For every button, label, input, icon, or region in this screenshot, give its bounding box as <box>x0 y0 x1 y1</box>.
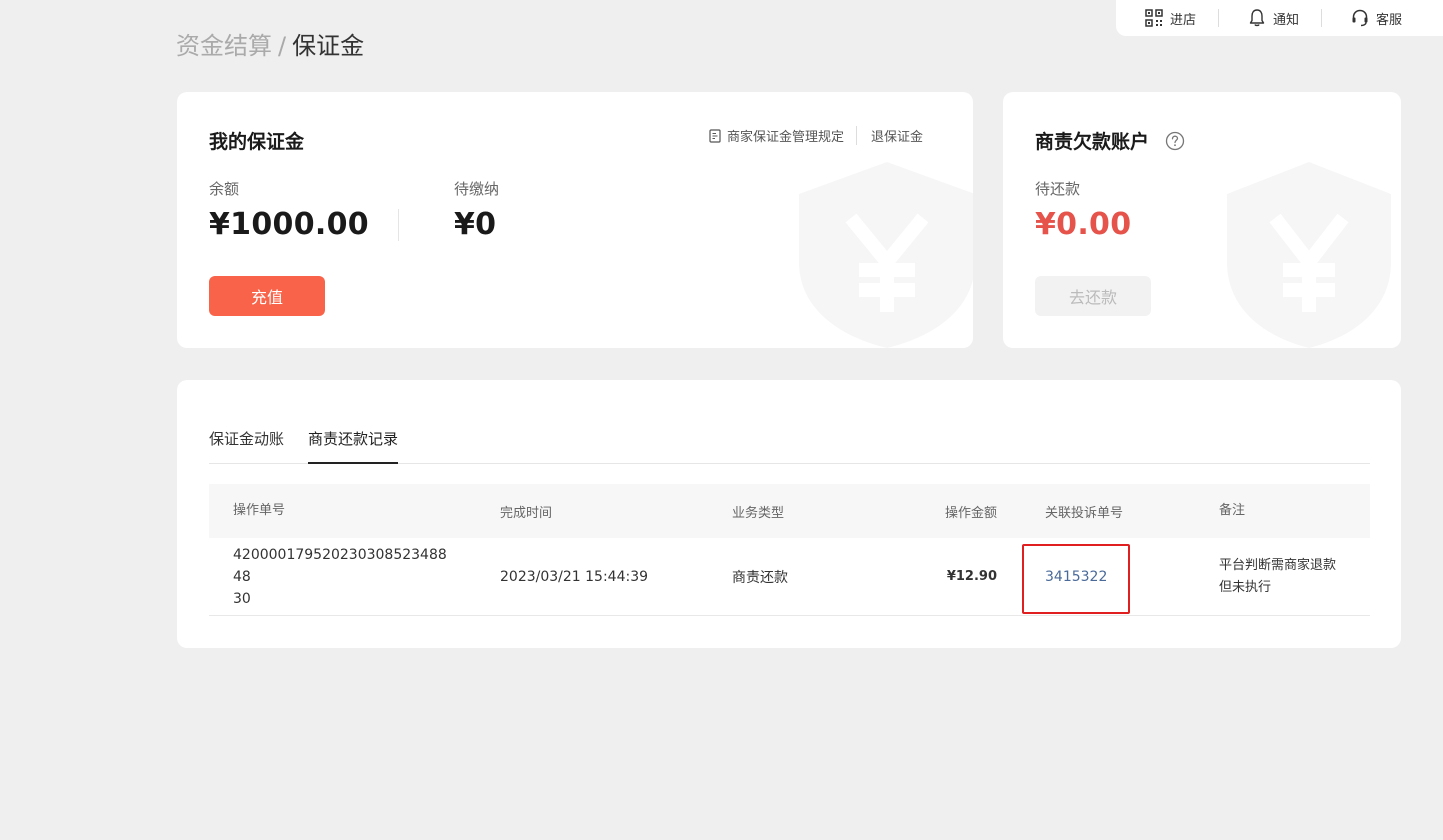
breadcrumb-separator: / <box>278 32 287 60</box>
remark-cell: 平台判断需商家退款 但未执行 <box>1219 555 1354 599</box>
customer-service-button[interactable]: 客服 <box>1321 9 1424 28</box>
order-number-cell: 420000179520230308523488​48 30 <box>233 544 463 610</box>
pending-label: 待缴纳 <box>454 180 500 198</box>
balance-label: 余额 <box>209 180 240 198</box>
order-number-line2: 30 <box>233 590 251 607</box>
top-toolbar: 进店 通知 客服 <box>1116 0 1443 36</box>
divider <box>398 209 399 241</box>
records-tabs: 保证金动账 商责还款记录 <box>209 426 1370 464</box>
repayment-table: 操作单号 完成时间 业务类型 操作金额 关联投诉单号 备注 4200001795… <box>209 484 1370 616</box>
document-icon <box>709 128 721 143</box>
customer-service-label: 客服 <box>1376 12 1403 28</box>
notification-button[interactable]: 通知 <box>1218 9 1321 28</box>
recharge-button[interactable]: 充值 <box>209 276 325 316</box>
order-number-line1: 420000179520230308523488​48 <box>233 546 447 585</box>
column-header: 完成时间 <box>500 505 553 521</box>
column-header: 操作单号 <box>233 503 286 518</box>
help-icon[interactable] <box>1165 131 1185 151</box>
debt-title: 商责欠款账户 <box>1035 131 1150 153</box>
deposit-rules-label: 商家保证金管理规定 <box>727 130 845 145</box>
due-label: 待还款 <box>1035 180 1081 198</box>
headset-icon <box>1352 9 1368 27</box>
column-header: 业务类型 <box>732 505 785 521</box>
shield-yen-watermark-icon <box>1227 162 1391 348</box>
enter-store-label: 进店 <box>1170 12 1197 28</box>
deposit-title: 我的保证金 <box>209 131 305 153</box>
notification-label: 通知 <box>1273 12 1300 28</box>
qrcode-icon <box>1145 9 1163 27</box>
breadcrumb-parent[interactable]: 资金结算 <box>176 32 272 60</box>
completion-time-cell: 2023/03/21 15:44:39 <box>500 568 649 585</box>
remark-line2: 但未执行 <box>1219 579 1272 595</box>
deposit-links: 商家保证金管理规定 退保证金 <box>709 126 923 145</box>
repay-button[interactable]: 去还款 <box>1035 276 1151 316</box>
refund-deposit-link[interactable]: 退保证金 <box>857 126 923 145</box>
balance-value: ¥1000.00 <box>209 207 369 242</box>
bell-icon <box>1249 9 1265 27</box>
business-type-cell: 商责还款 <box>732 569 788 586</box>
deposit-rules-link[interactable]: 商家保证金管理规定 <box>709 126 858 145</box>
page-title: 保证金 <box>292 32 365 60</box>
tab-deposit-transactions[interactable]: 保证金动账 <box>209 426 284 464</box>
enter-store-button[interactable]: 进店 <box>1116 9 1218 28</box>
amount-cell: ¥12.90 <box>946 569 997 584</box>
complaint-number-link[interactable]: 3415322 <box>1045 569 1107 585</box>
column-header: 备注 <box>1219 503 1246 518</box>
shield-yen-watermark-icon <box>799 162 973 348</box>
remark-line1: 平台判断需商家退款 <box>1219 557 1337 573</box>
due-value: ¥0.00 <box>1035 207 1132 242</box>
table-row: 420000179520230308523488​48 30 2023/03/21… <box>209 538 1370 616</box>
pending-value: ¥0 <box>454 207 497 242</box>
breadcrumb: 资金结算 / 保证金 <box>176 26 364 61</box>
column-header: 关联投诉单号 <box>1045 505 1124 521</box>
column-header: 操作金额 <box>944 505 997 521</box>
table-header: 操作单号 完成时间 业务类型 操作金额 关联投诉单号 备注 <box>209 484 1370 538</box>
tab-repayment-records[interactable]: 商责还款记录 <box>308 426 399 464</box>
